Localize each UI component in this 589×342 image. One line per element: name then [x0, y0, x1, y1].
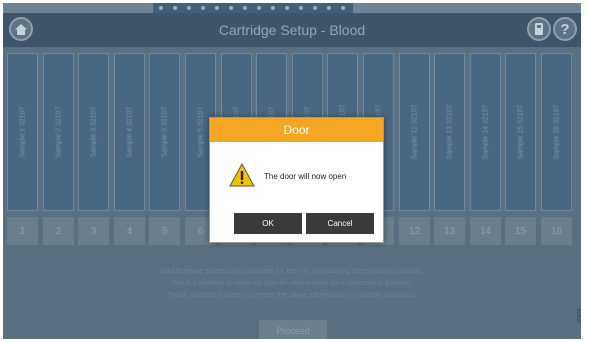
progress-dot [173, 6, 177, 10]
sample-label: Sample 3 32107 [90, 106, 97, 158]
position-number[interactable]: 1 [7, 217, 38, 245]
help-icon[interactable]: ? [553, 17, 577, 41]
figure-code: 07474 [577, 309, 583, 323]
progress-dot [201, 6, 205, 10]
dialog-title: Door [210, 118, 383, 142]
position-number[interactable]: 2 [43, 217, 74, 245]
sample-label: Sample 4 32107 [126, 106, 133, 158]
sample-label: Sample 16 32107 [553, 104, 560, 160]
sample-column[interactable]: Sample 12 32107 [399, 53, 430, 211]
position-number[interactable]: 16 [541, 217, 572, 245]
sample-column[interactable]: Sample 16 32107 [541, 53, 572, 211]
progress-dot [243, 6, 247, 10]
sample-column[interactable]: Sample 15 32107 [505, 53, 536, 211]
progress-dot [159, 6, 163, 10]
sample-column[interactable]: Sample 14 32107 [470, 53, 501, 211]
position-number[interactable]: 3 [78, 217, 109, 245]
progress-dot [327, 6, 331, 10]
ok-button[interactable]: OK [234, 213, 302, 234]
instructions: Add/Remove processing positions for the … [3, 265, 581, 301]
sample-label: Sample 15 32107 [517, 104, 524, 160]
position-number[interactable]: 14 [470, 217, 501, 245]
progress-indicator [153, 3, 353, 13]
progress-dot [229, 6, 233, 10]
dialog-message: The door will now open [264, 172, 347, 181]
instruction-line: Add/Remove processing positions for the … [160, 266, 424, 275]
warning-icon [229, 163, 255, 187]
sample-label: Sample 14 32107 [482, 104, 489, 160]
progress-dot [187, 6, 191, 10]
position-number[interactable]: 4 [114, 217, 145, 245]
sample-label: Sample 1 32107 [19, 106, 26, 158]
sample-label: Sample 13 32107 [446, 104, 453, 160]
progress-dot [271, 6, 275, 10]
sample-column[interactable]: Sample 2 32107 [43, 53, 74, 211]
sample-label: Sample 12 32107 [411, 104, 418, 160]
progress-dot [341, 6, 345, 10]
progress-dot [313, 6, 317, 10]
sample-column[interactable]: Sample 5 32107 [149, 53, 180, 211]
sample-label: Sample 2 32107 [55, 106, 62, 158]
door-dialog: Door The door will now open OK Cancel [209, 117, 384, 243]
cancel-button[interactable]: Cancel [306, 213, 374, 234]
progress-dot [215, 6, 219, 10]
progress-dot [285, 6, 289, 10]
sample-column[interactable]: Sample 1 32107 [7, 53, 38, 211]
progress-dot [299, 6, 303, 10]
top-strip [3, 3, 581, 13]
page-title: Cartridge Setup - Blood [218, 22, 366, 38]
proceed-button[interactable]: Proceed [259, 320, 327, 339]
position-number[interactable]: 5 [149, 217, 180, 245]
progress-dot [257, 6, 261, 10]
position-number[interactable]: 12 [399, 217, 430, 245]
sample-column[interactable]: Sample 4 32107 [114, 53, 145, 211]
instruction-line: Touch a number to enter kit specific inf… [170, 278, 414, 287]
sample-column[interactable]: Sample 13 32107 [434, 53, 465, 211]
position-number[interactable]: 13 [434, 217, 465, 245]
sample-label: Sample 5 32107 [161, 106, 168, 158]
cartridge-icon[interactable] [527, 17, 551, 41]
instruction-line: Touch multiple numbers to enter the same… [167, 290, 417, 299]
position-number[interactable]: 15 [505, 217, 536, 245]
sample-label: Sample 6 32107 [197, 106, 204, 158]
sample-column[interactable]: Sample 3 32107 [78, 53, 109, 211]
header-bar: Cartridge Setup - Blood ? [3, 13, 581, 47]
